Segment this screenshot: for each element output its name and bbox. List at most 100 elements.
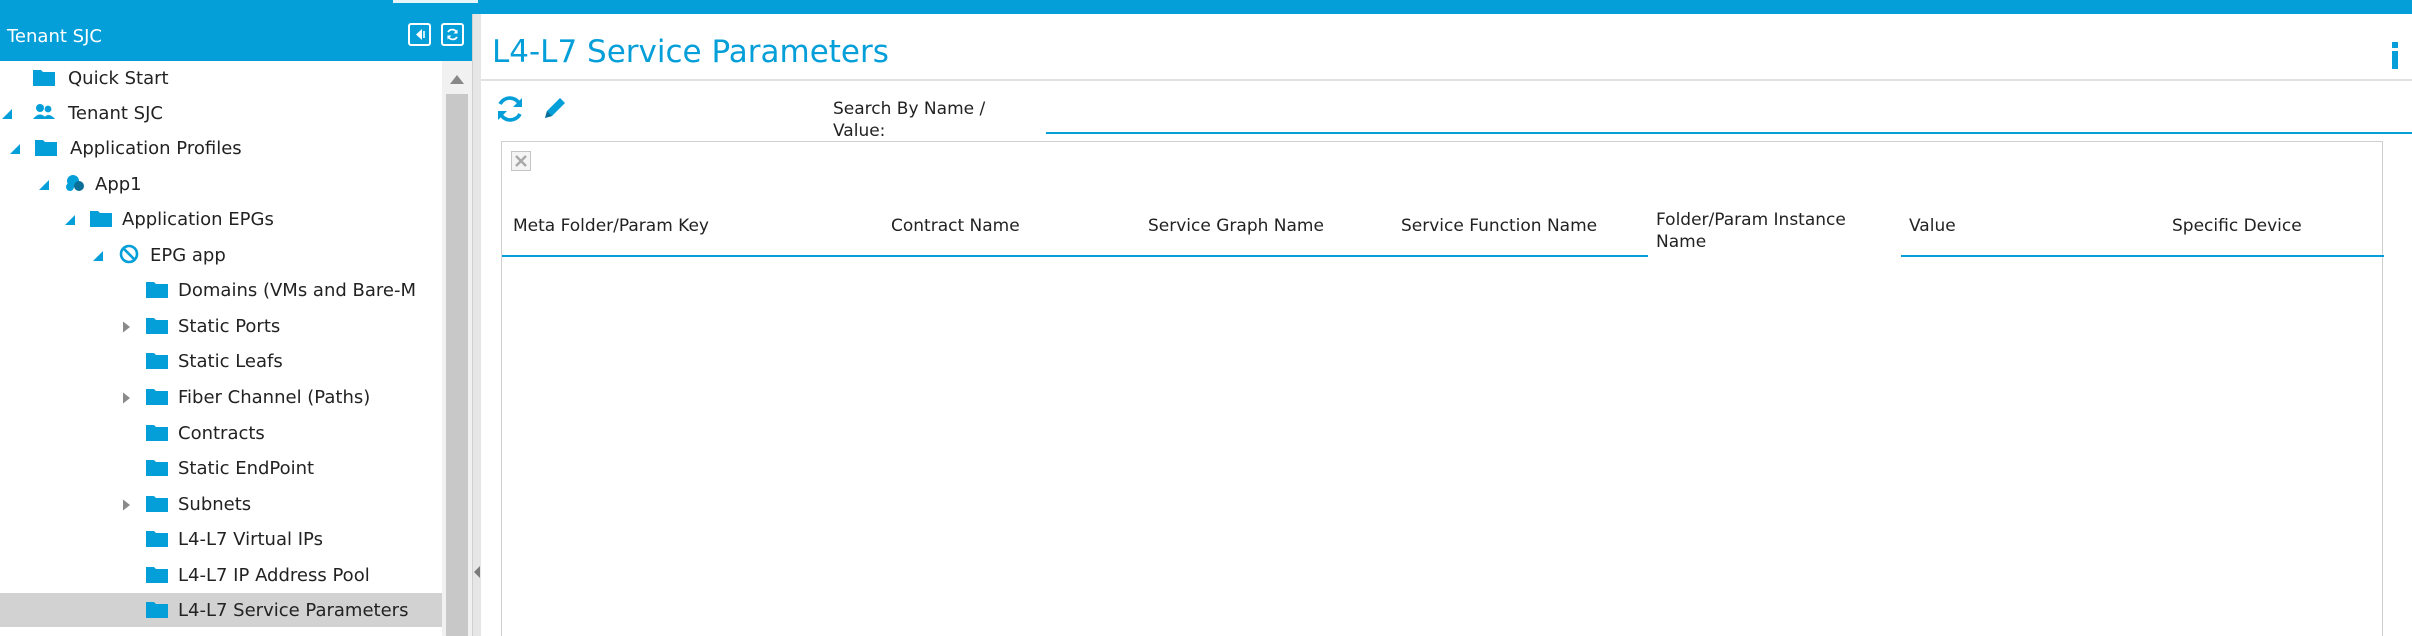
column-header-line1: Service Function Name (1401, 216, 1598, 236)
column-header-text: Service Function Name (1401, 215, 1597, 237)
folder-icon (145, 564, 169, 584)
tree-item[interactable]: Subnets (0, 487, 442, 521)
info-icon[interactable] (2387, 38, 2403, 72)
tree-item-label: EPG app (150, 245, 226, 266)
column-header-text: Folder/Param Instance Name (1656, 209, 1846, 253)
folder-icon (145, 315, 169, 335)
tree-item[interactable]: Fiber Channel (Paths) (0, 380, 442, 414)
tenant-icon (32, 102, 56, 122)
tree-item-label: Domains (VMs and Bare-M (178, 280, 416, 301)
tree-item[interactable]: L4-L7 Service Parameters (0, 593, 442, 627)
expanded-arrow-icon[interactable] (37, 176, 51, 190)
expanded-arrow-icon[interactable] (0, 105, 14, 119)
search-input[interactable] (1046, 102, 2412, 134)
tree-item[interactable]: EPG app (0, 238, 442, 272)
close-icon (515, 155, 527, 167)
panel-splitter[interactable] (472, 14, 481, 636)
refresh-icon[interactable] (493, 92, 527, 126)
tree-item-label: Subnets (178, 494, 252, 515)
tree-item-label: Application EPGs (122, 209, 274, 230)
tree-item[interactable]: Static EndPoint (0, 451, 442, 485)
tree-item-label: Contracts (178, 423, 265, 444)
tree-item-label: App1 (95, 174, 142, 195)
expanded-arrow-icon[interactable] (8, 140, 22, 154)
folder-icon (145, 599, 169, 619)
edit-pencil-icon[interactable] (539, 92, 571, 124)
top-accent-bar (0, 0, 2412, 14)
navigation-header: Tenant SJC (0, 14, 472, 61)
folder-icon (145, 279, 169, 299)
tree-item-label: Quick Start (68, 68, 169, 89)
folder-icon (145, 422, 169, 442)
splitter-collapse-arrow-icon[interactable] (474, 566, 480, 578)
tree-item[interactable]: Application Profiles (0, 131, 442, 165)
column-header-line1: Value (1909, 216, 1956, 236)
folder-icon (145, 493, 169, 513)
tree-item[interactable]: Contracts (0, 416, 442, 450)
tree-item[interactable]: L4-L7 IP Address Pool (0, 558, 442, 592)
expanded-arrow-icon[interactable] (63, 211, 77, 225)
navigation-panel: Tenant SJC Quick Start Tenant SJC Applicat… (0, 14, 472, 636)
tree-item[interactable]: Tenant SJC (0, 96, 442, 130)
column-header[interactable]: Specific Device (2155, 197, 2384, 257)
column-header-text: Value (1909, 215, 1956, 237)
column-header[interactable]: Service Graph Name (1136, 197, 1389, 257)
clear-filter-button[interactable] (511, 151, 531, 171)
collapsed-arrow-icon[interactable] (119, 496, 133, 511)
tree-item-label: Fiber Channel (Paths) (178, 387, 371, 408)
work-pane: L4-L7 Service Parameters Search By Name … (481, 14, 2412, 636)
column-header[interactable]: Meta Folder/Param Key (502, 197, 879, 257)
column-header[interactable]: Contract Name (879, 197, 1136, 257)
collapsed-arrow-icon[interactable] (119, 389, 133, 404)
tree-item[interactable]: Quick Start (0, 61, 442, 95)
tree-scrollbar[interactable] (442, 61, 472, 636)
navigation-tree: Quick Start Tenant SJC Application Profile… (0, 61, 442, 636)
column-header-text: Service Graph Name (1148, 215, 1324, 237)
column-header-line1: Contract Name (891, 216, 1020, 236)
column-header[interactable]: Value (1901, 197, 2155, 257)
expanded-arrow-icon[interactable] (91, 247, 105, 261)
app-profile-icon (63, 173, 87, 193)
collapse-panel-button[interactable] (408, 23, 431, 46)
search-label: Search By Name / Value: (833, 98, 1013, 142)
search-label-line2: Value: (833, 121, 886, 141)
tree-item-label: Static Leafs (178, 351, 283, 372)
folder-icon (145, 386, 169, 406)
folder-icon (34, 137, 58, 157)
epg-icon (118, 244, 142, 264)
folder-icon (145, 457, 169, 477)
tree-item[interactable]: Application EPGs (0, 202, 442, 236)
folder-icon (145, 528, 169, 548)
refresh-icon (447, 28, 458, 41)
tree-item-label: L4-L7 Service Parameters (178, 600, 409, 621)
tree-item-label: Application Profiles (70, 138, 242, 159)
search-label-line1: Search By Name / (833, 99, 986, 119)
scrollbar-thumb[interactable] (446, 94, 468, 636)
column-header-line2: Name (1656, 232, 1707, 252)
folder-icon (145, 350, 169, 370)
tree-item[interactable]: Static Leafs (0, 344, 442, 378)
collapse-icon (416, 29, 425, 40)
active-tab-indicator (393, 0, 478, 3)
tree-item[interactable]: Domains (VMs and Bare-M (0, 273, 442, 307)
tree-item[interactable]: Static Ports (0, 309, 442, 343)
tree-item-label: Static EndPoint (178, 458, 315, 479)
page-title: L4-L7 Service Parameters (492, 34, 889, 70)
column-header-line1: Meta Folder/Param Key (513, 216, 709, 236)
tree-item-label: L4-L7 IP Address Pool (178, 565, 370, 586)
tree-item-label: L4-L7 Virtual IPs (178, 529, 323, 550)
column-header-text: Specific Device (2172, 215, 2302, 237)
tree-item-label: Tenant SJC (68, 103, 163, 124)
column-header-line1: Folder/Param Instance (1656, 210, 1846, 230)
column-header-line1: Service Graph Name (1148, 216, 1324, 236)
tree-item[interactable]: L4-L7 Virtual IPs (0, 522, 442, 556)
collapsed-arrow-icon[interactable] (119, 318, 133, 333)
navigation-title: Tenant SJC (7, 26, 102, 47)
column-header[interactable]: Folder/Param Instance Name (1648, 192, 1901, 257)
tree-item[interactable]: App1 (0, 167, 442, 201)
column-header-line1: Specific Device (2172, 216, 2302, 236)
column-header[interactable]: Service Function Name (1389, 197, 1648, 257)
scroll-up-arrow-icon[interactable] (450, 75, 464, 84)
refresh-tree-button[interactable] (441, 23, 464, 46)
tree-item-label: Static Ports (178, 316, 281, 337)
